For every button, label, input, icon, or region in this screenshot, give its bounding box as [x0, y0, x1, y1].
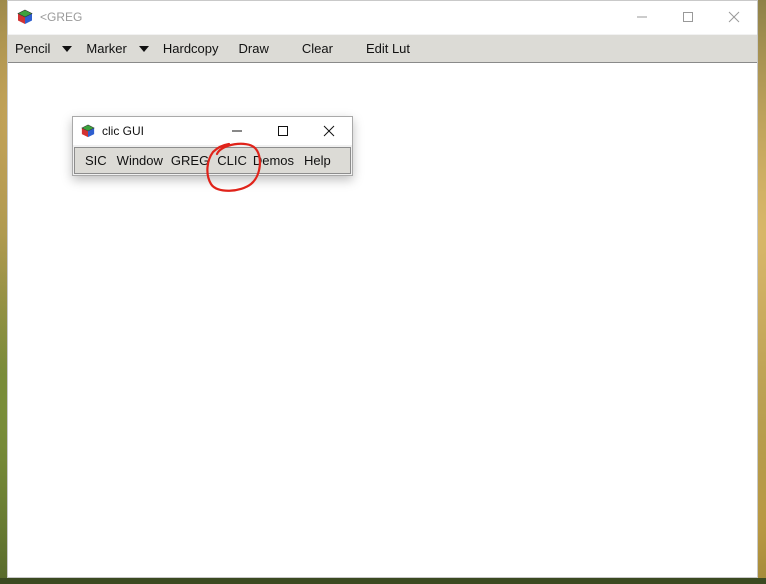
minimize-button[interactable] — [619, 1, 665, 32]
greg-window: <GREG Pencil Marker Hardcopy Draw Clear … — [7, 0, 758, 578]
clic-maximize-button[interactable] — [260, 117, 306, 145]
clic-menu-window[interactable]: Window — [113, 148, 169, 173]
chevron-down-icon — [62, 45, 73, 52]
window-title: <GREG — [40, 9, 83, 24]
menu-clear[interactable]: Clear — [276, 35, 340, 62]
close-icon — [323, 125, 335, 137]
minimize-icon — [637, 16, 647, 17]
minimize-icon — [232, 130, 242, 132]
maximize-button[interactable] — [665, 1, 711, 32]
close-button[interactable] — [711, 1, 757, 32]
annotation-circle — [206, 142, 261, 192]
clic-menu-sic[interactable]: SIC — [75, 148, 113, 173]
clic-close-button[interactable] — [306, 117, 352, 145]
clic-menu-help-label: Help — [304, 153, 331, 168]
menu-hardcopy[interactable]: Hardcopy — [156, 35, 226, 62]
menu-draw[interactable]: Draw — [226, 35, 276, 62]
maximize-icon — [683, 11, 693, 22]
clic-menu-sic-label: SIC — [85, 153, 107, 168]
greg-titlebar[interactable]: <GREG — [8, 1, 757, 32]
clic-menu-window-label: Window — [116, 153, 163, 168]
menu-edit-lut-label: Edit Lut — [365, 41, 411, 56]
desktop-background-bottom — [0, 578, 766, 584]
maximize-icon — [278, 126, 288, 136]
greg-menubar: Pencil Marker Hardcopy Draw Clear Edit L… — [8, 34, 757, 63]
app-icon — [17, 9, 33, 24]
menu-pencil-label: Pencil — [15, 41, 51, 56]
chevron-down-icon — [138, 45, 149, 52]
close-icon — [728, 11, 740, 22]
menu-hardcopy-label: Hardcopy — [162, 41, 219, 56]
menu-edit-lut[interactable]: Edit Lut — [340, 35, 417, 62]
menu-draw-label: Draw — [238, 41, 269, 56]
menu-clear-label: Clear — [301, 41, 333, 56]
menu-marker-label: Marker — [86, 41, 127, 56]
clic-menu-help[interactable]: Help — [300, 148, 337, 173]
menu-pencil[interactable]: Pencil — [8, 35, 79, 62]
clic-window-title: clic GUI — [102, 124, 144, 138]
menu-marker[interactable]: Marker — [79, 35, 155, 62]
app-icon — [81, 124, 95, 138]
